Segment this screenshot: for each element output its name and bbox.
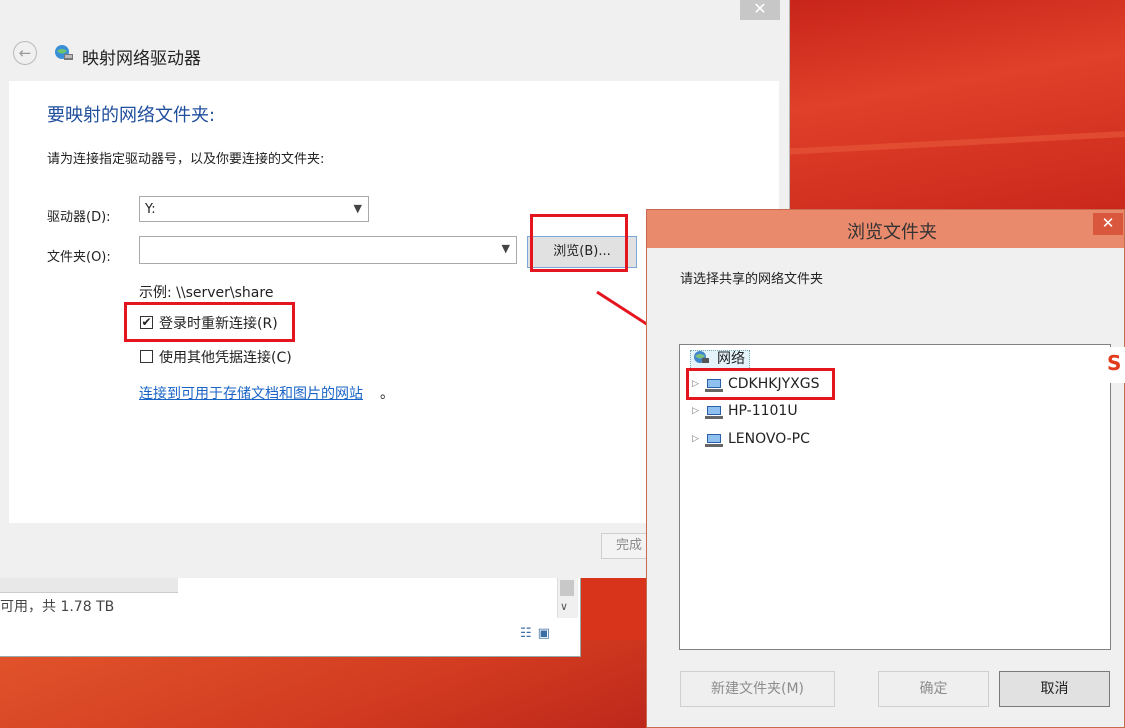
ok-button[interactable]: 确定 <box>878 671 989 707</box>
instruction-text: 请选择共享的网络文件夹 <box>680 272 824 287</box>
expand-arrow-icon[interactable]: ▷ <box>692 406 699 416</box>
computer-icon <box>705 434 723 447</box>
desktop-wallpaper-shape <box>780 0 1125 220</box>
other-credentials-checkbox[interactable] <box>140 350 153 363</box>
highlight-box-computer <box>686 368 835 400</box>
computer-name: HP-1101U <box>728 403 798 419</box>
close-button[interactable]: ✕ <box>740 0 780 20</box>
dialog-title: 浏览文件夹 <box>847 222 937 243</box>
new-folder-button[interactable]: 新建文件夹(M) <box>680 671 835 707</box>
cancel-button[interactable]: 取消 <box>999 671 1110 707</box>
highlight-box-browse <box>530 214 628 272</box>
path-example: 示例: \\server\share <box>139 285 274 301</box>
tree-node-label: 网络 <box>717 351 745 367</box>
horizontal-scrollbar[interactable] <box>0 578 178 593</box>
connect-website-link[interactable]: 连接到可用于存储文档和图片的网站 <box>139 383 363 403</box>
drive-space-status: 可用，共 1.78 TB <box>0 599 115 615</box>
network-globe-icon <box>694 351 709 363</box>
page-heading: 要映射的网络文件夹: <box>47 105 216 126</box>
watermark-letter: S <box>1107 351 1122 375</box>
chevron-down-icon[interactable]: ∨ <box>560 600 568 613</box>
chevron-down-icon[interactable]: ▼ <box>502 242 510 255</box>
dialog-title: 映射网络驱动器 <box>82 49 201 69</box>
scrollbar-thumb[interactable] <box>560 580 574 596</box>
watermark-logo: S <box>1100 347 1125 383</box>
drive-letter-value: Y: <box>145 202 156 217</box>
folder-path-input[interactable]: ▼ <box>139 236 517 264</box>
folder-label: 文件夹(O): <box>47 250 111 265</box>
view-toggle-icons[interactable]: ☷▣ <box>520 626 556 641</box>
tree-node-computer[interactable]: ▷ LENOVO-PC <box>692 431 892 451</box>
expand-arrow-icon[interactable]: ▷ <box>692 434 699 444</box>
highlight-box-reconnect <box>124 302 295 342</box>
tree-node-computer[interactable]: ▷ HP-1101U <box>692 403 892 423</box>
drive-letter-select[interactable]: Y: ▼ <box>139 196 369 222</box>
other-credentials-label[interactable]: 使用其他凭据连接(C) <box>159 347 292 367</box>
computer-name: LENOVO-PC <box>728 431 810 447</box>
explorer-window: 可用，共 1.78 TB ∨ ☷▣ <box>0 578 581 657</box>
chevron-down-icon: ▼ <box>353 202 362 215</box>
instruction-text: 请为连接指定驱动器号，以及你要连接的文件夹: <box>47 152 325 167</box>
close-button[interactable]: ✕ <box>1093 213 1123 235</box>
back-button[interactable]: ← <box>13 41 37 65</box>
browse-folder-dialog: 浏览文件夹 ✕ 请选择共享的网络文件夹 网络 ▷ CDKHKJYXGS ▷ HP… <box>646 209 1125 728</box>
computer-icon <box>705 406 723 419</box>
drive-label: 驱动器(D): <box>47 210 111 225</box>
link-suffix: 。 <box>380 386 394 402</box>
network-drive-icon <box>55 45 73 60</box>
